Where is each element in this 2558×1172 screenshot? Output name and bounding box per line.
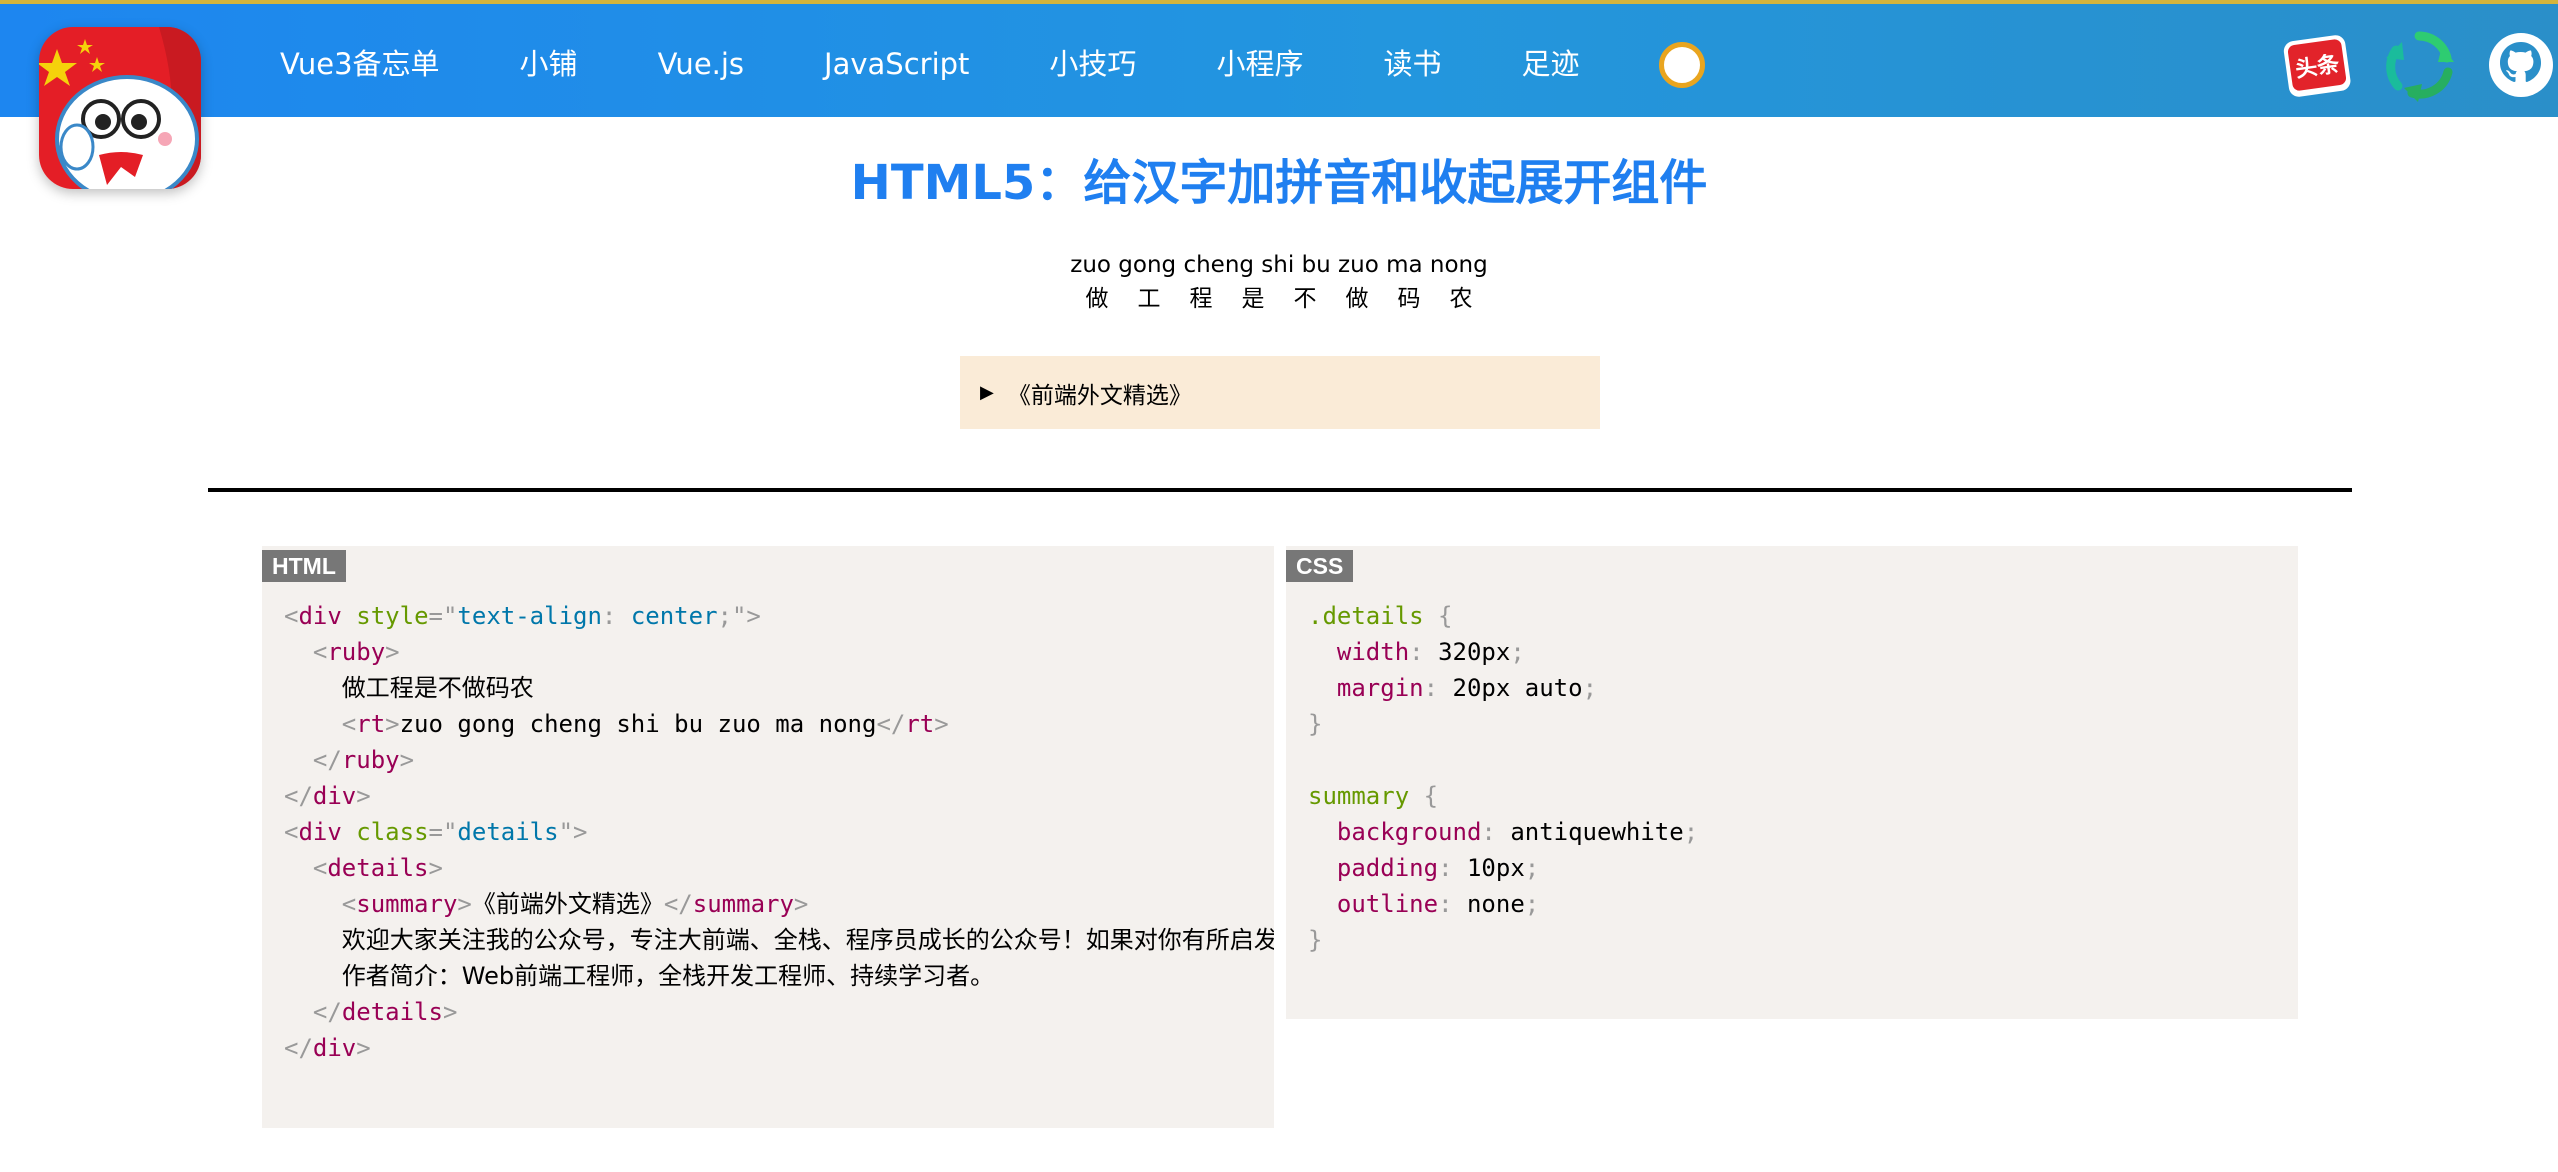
html-panel-label: HTML <box>262 550 346 582</box>
nav-item-vuejs[interactable]: Vue.js <box>618 8 784 121</box>
css-code-block: .details { width: 320px; margin: 20px au… <box>1308 602 1699 954</box>
nav-item-shop[interactable]: 小铺 <box>480 8 618 121</box>
main-nav: Vue3备忘单 小铺 Vue.js JavaScript 小技巧 小程序 读书 … <box>240 8 1706 121</box>
toutiao-icon[interactable]: 头条 <box>2280 28 2354 102</box>
site-logo-avatar[interactable] <box>39 27 201 189</box>
details-summary-toggle[interactable]: ▶ 《前端外文精选》 <box>960 356 1600 429</box>
nav-item-mini-program[interactable]: 小程序 <box>1176 8 1343 121</box>
top-navigation-bar: Vue3备忘单 小铺 Vue.js JavaScript 小技巧 小程序 读书 … <box>0 0 2558 117</box>
refresh-icon[interactable] <box>2382 28 2456 102</box>
github-icon[interactable] <box>2484 28 2558 102</box>
nav-item-footprints[interactable]: 足迹 <box>1481 8 1619 121</box>
html-code-panel: HTML <div style="text-align: center;"> <… <box>262 546 1274 1128</box>
nav-item-tips[interactable]: 小技巧 <box>1009 8 1176 121</box>
section-divider <box>208 488 2352 492</box>
ruby-annotation-pinyin: zuo gong cheng shi bu zuo ma nong <box>1070 252 1488 278</box>
details-summary-text: 《前端外文精选》 <box>1007 382 1192 409</box>
triangle-right-icon: ▶ <box>980 382 994 403</box>
css-code-panel: CSS .details { width: 320px; margin: 20p… <box>1286 546 2298 1019</box>
theme-toggle-button[interactable] <box>1659 41 1706 88</box>
ruby-base-text: 做工程是不做码农 <box>1085 286 1502 312</box>
header-icon-group: 头条 <box>2252 8 2558 121</box>
page-title: HTML5：给汉字加拼音和收起展开组件 <box>850 155 1708 211</box>
css-panel-label: CSS <box>1286 550 1354 582</box>
nav-item-javascript[interactable]: JavaScript <box>784 8 1009 121</box>
ruby-demo: zuo gong cheng shi bu zuo ma nong 做工程是不做… <box>0 248 2558 316</box>
nav-item-vue3-cheatsheet[interactable]: Vue3备忘单 <box>240 8 480 121</box>
nav-item-reading[interactable]: 读书 <box>1343 8 1481 121</box>
html-code-block: <div style="text-align: center;"> <ruby>… <box>284 602 1274 1062</box>
